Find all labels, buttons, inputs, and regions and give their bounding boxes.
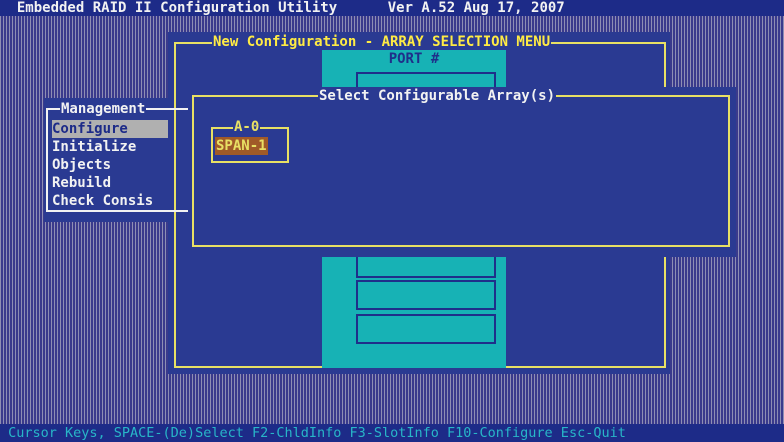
port-slot bbox=[356, 280, 496, 310]
port-slot bbox=[356, 314, 496, 344]
select-array-title: Select Configurable Array(s) bbox=[318, 87, 557, 105]
array-box[interactable]: A-0 SPAN-1 bbox=[211, 118, 289, 163]
array-label: A-0 bbox=[233, 118, 261, 136]
new-configuration-title: New Configuration - ARRAY SELECTION MENU bbox=[212, 33, 552, 51]
status-bar: Cursor Keys, SPACE-(De)Select F2-ChldInf… bbox=[0, 424, 784, 442]
menu-item-objects[interactable]: Objects bbox=[52, 156, 111, 174]
management-menu: Management Configure Initialize Objects … bbox=[44, 98, 200, 222]
management-title: Management bbox=[60, 100, 147, 118]
menu-item-rebuild[interactable]: Rebuild bbox=[52, 174, 111, 192]
select-array-frame: Select Configurable Array(s) bbox=[192, 87, 730, 247]
span-item[interactable]: SPAN-1 bbox=[215, 137, 268, 155]
menu-item-initialize[interactable]: Initialize bbox=[52, 138, 136, 156]
select-array-dialog: Select Configurable Array(s) bbox=[188, 87, 736, 257]
menu-item-configure[interactable]: Configure bbox=[52, 120, 168, 138]
port-label: PORT # bbox=[388, 51, 440, 67]
menu-item-check-consistency[interactable]: Check Consis bbox=[52, 192, 153, 210]
title-bar: Embedded RAID II Configuration Utility V… bbox=[0, 0, 784, 16]
